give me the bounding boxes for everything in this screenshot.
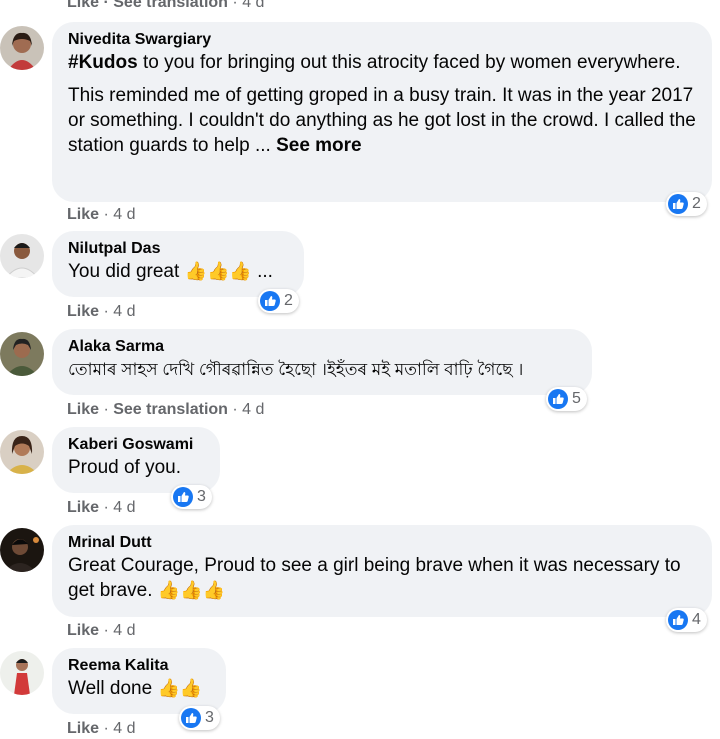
comment-text: তোমাৰ সাহস দেখি গৌৰৱান্নিত হৈছো ।ইহঁতৰ ম… [68, 360, 524, 379]
like-reaction-icon [668, 610, 688, 630]
like-link[interactable]: Like [67, 720, 99, 737]
avatar[interactable] [0, 332, 44, 376]
avatar[interactable] [0, 26, 44, 70]
reaction-count[interactable]: 2 [258, 289, 299, 313]
comment-text: Proud of you. [68, 457, 182, 478]
reaction-count[interactable]: 4 [666, 608, 707, 632]
reaction-number: 3 [205, 709, 214, 726]
like-reaction-icon [173, 487, 193, 507]
comment-time[interactable]: 4 d [113, 622, 135, 639]
comment-author[interactable]: Nilutpal Das [68, 239, 288, 259]
like-link[interactable]: Like [67, 303, 99, 320]
like-link[interactable]: Like [67, 499, 99, 516]
see-translation-link[interactable]: See translation [113, 0, 228, 11]
comment-author[interactable]: Kaberi Goswami [68, 435, 204, 455]
thumbs-up-emoji: 👍👍👍 [157, 580, 226, 600]
like-reaction-icon [260, 291, 280, 311]
avatar[interactable] [0, 651, 44, 695]
comment-bubble: Alaka Sarma তোমাৰ সাহস দেখি গৌৰৱান্নিত হ… [52, 329, 592, 395]
like-reaction-icon [668, 194, 688, 214]
reaction-number: 3 [197, 488, 206, 505]
comment-actions: Like · 4 d [67, 499, 136, 516]
reaction-number: 5 [572, 390, 581, 407]
avatar[interactable] [0, 430, 44, 474]
comment-time[interactable]: 4 d [113, 303, 135, 320]
like-reaction-icon [548, 389, 568, 409]
comment-bubble: Nilutpal Das You did great 👍👍👍 ... [52, 231, 304, 297]
thumbs-up-emoji: 👍👍 [157, 678, 203, 698]
comment-actions: Like · 4 d [67, 303, 136, 320]
comment-actions: Like · 4 d [67, 206, 136, 223]
reaction-number: 2 [692, 195, 701, 212]
comment-time[interactable]: 4 d [242, 401, 264, 418]
reaction-number: 4 [692, 611, 701, 628]
comment-time[interactable]: 4 d [113, 720, 135, 737]
comment-author[interactable]: Alaka Sarma [68, 337, 576, 357]
comment-actions: Like · 4 d [67, 622, 136, 639]
like-link[interactable]: Like [67, 401, 99, 418]
like-link[interactable]: Like [67, 0, 99, 11]
reaction-count[interactable]: 5 [546, 387, 587, 411]
comment-author[interactable]: Nivedita Swargiary [68, 30, 696, 50]
thumbs-up-emoji: 👍👍👍 [184, 261, 252, 281]
reaction-count[interactable]: 2 [666, 192, 707, 216]
see-translation-link[interactable]: See translation [113, 401, 228, 418]
hashtag-link[interactable]: #Kudos [68, 52, 138, 73]
comment-text: Great Courage, Proud to see a girl being… [68, 555, 681, 601]
comment-actions: Like · 4 d [67, 720, 136, 737]
like-link[interactable]: Like [67, 206, 99, 223]
reaction-count[interactable]: 3 [179, 706, 220, 730]
comment-time[interactable]: 4 d [113, 206, 135, 223]
comment-time[interactable]: 4 d [113, 499, 135, 516]
like-reaction-icon [181, 708, 201, 728]
comment-bubble: Mrinal Dutt Great Courage, Proud to see … [52, 525, 712, 617]
avatar[interactable] [0, 234, 44, 278]
see-more-link[interactable]: See more [276, 135, 362, 156]
comment-bubble: Reema Kalita Well done 👍👍 [52, 648, 226, 714]
comment-actions: Like · See translation · 4 d [67, 401, 265, 418]
reaction-count[interactable]: 3 [171, 485, 212, 509]
comment-text: #Kudos to you for bringing out this atro… [68, 52, 681, 73]
like-link[interactable]: Like [67, 622, 99, 639]
avatar[interactable] [0, 528, 44, 572]
comment-author[interactable]: Mrinal Dutt [68, 533, 696, 553]
comment-bubble: Nivedita Swargiary #Kudos to you for bri… [52, 22, 712, 202]
reaction-number: 2 [284, 292, 293, 309]
comment-text: Well done 👍👍 [68, 678, 203, 699]
previous-comment-actions: Like · See translation · 4 d [67, 0, 264, 12]
comment-time: 4 d [242, 0, 265, 11]
comment-text-paragraph: This reminded me of getting groped in a … [68, 85, 696, 156]
comment-bubble: Kaberi Goswami Proud of you. [52, 427, 220, 493]
comment-author[interactable]: Reema Kalita [68, 656, 210, 676]
comment-text: You did great 👍👍👍 ... [68, 261, 273, 282]
